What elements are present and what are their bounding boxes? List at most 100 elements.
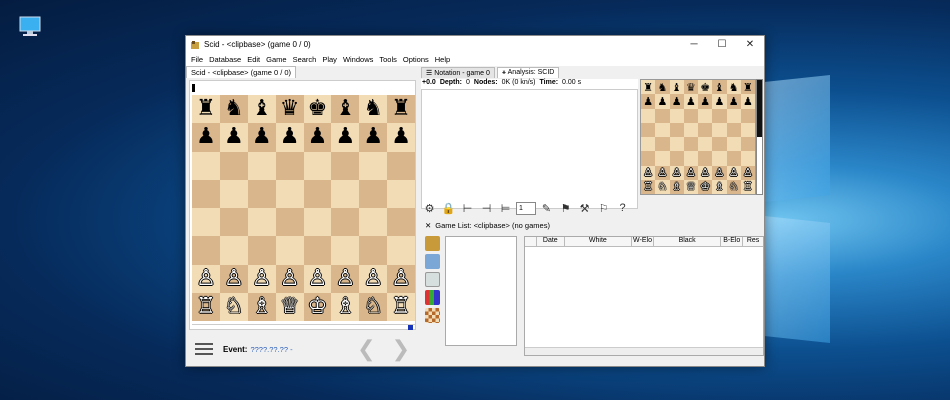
menu-game[interactable]: Game bbox=[263, 55, 289, 64]
board-square[interactable] bbox=[641, 122, 656, 137]
board-square[interactable] bbox=[669, 151, 684, 166]
chess-piece[interactable]: ♛ bbox=[686, 82, 696, 93]
board-square[interactable]: ♜ bbox=[192, 95, 220, 124]
tab-notation[interactable]: ☰ Notation - game 0 bbox=[421, 67, 495, 78]
board-square[interactable] bbox=[303, 208, 332, 237]
finish-game-icon[interactable]: ⚐ bbox=[595, 200, 612, 217]
board-square[interactable] bbox=[740, 108, 755, 123]
board-square[interactable]: ♙ bbox=[303, 264, 332, 293]
board-square[interactable]: ♙ bbox=[712, 165, 727, 180]
minimize-button[interactable]: ─ bbox=[680, 36, 708, 53]
board-square[interactable]: ♙ bbox=[726, 165, 741, 180]
board-square[interactable] bbox=[683, 137, 698, 152]
board-square[interactable]: ♟ bbox=[655, 94, 670, 109]
chess-piece[interactable]: ♖ bbox=[196, 295, 216, 318]
board-square[interactable] bbox=[740, 122, 755, 137]
board-square[interactable]: ♕ bbox=[683, 179, 698, 194]
board-square[interactable] bbox=[387, 208, 415, 237]
chess-piece[interactable]: ♙ bbox=[308, 267, 328, 290]
board-square[interactable]: ♖ bbox=[641, 179, 656, 194]
board-square[interactable] bbox=[275, 208, 304, 237]
board-square[interactable] bbox=[192, 179, 220, 208]
board-square[interactable]: ♟ bbox=[669, 94, 684, 109]
chess-piece[interactable]: ♟ bbox=[391, 126, 411, 148]
board-square[interactable] bbox=[219, 208, 248, 237]
board-square[interactable]: ♛ bbox=[275, 95, 304, 124]
chess-piece[interactable]: ♔ bbox=[308, 295, 328, 318]
board-square[interactable]: ♜ bbox=[387, 95, 415, 124]
board-square[interactable] bbox=[219, 151, 248, 180]
board-square[interactable]: ♙ bbox=[683, 165, 698, 180]
chess-piece[interactable]: ♜ bbox=[643, 82, 653, 93]
chess-piece[interactable]: ♘ bbox=[657, 181, 667, 192]
chess-piece[interactable]: ♘ bbox=[363, 295, 383, 318]
board-square[interactable] bbox=[247, 208, 276, 237]
chess-piece[interactable]: ♟ bbox=[280, 126, 300, 148]
board-square[interactable] bbox=[726, 108, 741, 123]
chess-piece[interactable]: ♝ bbox=[335, 98, 355, 120]
engine-icon[interactable]: ⚙ bbox=[421, 200, 438, 217]
chess-piece[interactable]: ♟ bbox=[729, 96, 739, 107]
chess-board[interactable]: ♜ ♞ ♝ ♛ ♚ ♝ ♞ ♜ ♟ ♟ ♟ ♟ ♟ ♟ ♟ ♟ ♙ ♙ ♙ ♙ ♙ ♙ ♙ ♙ ♖ ♘ ♗ ♕ ♔ ♗ ♘ ♖ bbox=[192, 95, 415, 321]
board-square[interactable] bbox=[331, 236, 360, 265]
board-square[interactable]: ♗ bbox=[247, 292, 276, 321]
board-square[interactable]: ♙ bbox=[669, 165, 684, 180]
add-move-icon[interactable]: ⊢ bbox=[459, 200, 476, 217]
chess-piece[interactable]: ♟ bbox=[335, 126, 355, 148]
chess-piece[interactable]: ♖ bbox=[743, 181, 753, 192]
menu-file[interactable]: File bbox=[188, 55, 206, 64]
board-square[interactable] bbox=[359, 236, 388, 265]
board-square[interactable]: ♙ bbox=[359, 264, 388, 293]
board-square[interactable] bbox=[655, 137, 670, 152]
board-square[interactable]: ♟ bbox=[331, 123, 360, 152]
chess-piece[interactable]: ♖ bbox=[391, 295, 411, 318]
board-square[interactable]: ♞ bbox=[655, 80, 670, 95]
board-square[interactable] bbox=[641, 151, 656, 166]
board-square[interactable]: ♙ bbox=[247, 264, 276, 293]
menu-help[interactable]: Help bbox=[432, 55, 453, 64]
board-square[interactable]: ♟ bbox=[275, 123, 304, 152]
board-square[interactable]: ♚ bbox=[698, 80, 713, 95]
board-square[interactable]: ♗ bbox=[331, 292, 360, 321]
board-square[interactable] bbox=[192, 208, 220, 237]
board-square[interactable] bbox=[669, 108, 684, 123]
chess-piece[interactable]: ♞ bbox=[657, 82, 667, 93]
chess-piece[interactable]: ♙ bbox=[714, 167, 724, 178]
board-square[interactable]: ♛ bbox=[683, 80, 698, 95]
board-square[interactable] bbox=[275, 236, 304, 265]
chess-piece[interactable]: ♚ bbox=[308, 98, 328, 120]
chess-piece[interactable]: ♟ bbox=[643, 96, 653, 107]
chess-piece[interactable]: ♙ bbox=[280, 267, 300, 290]
board-square[interactable]: ♟ bbox=[303, 123, 332, 152]
board-square[interactable]: ♟ bbox=[683, 94, 698, 109]
chess-piece[interactable]: ♟ bbox=[672, 96, 682, 107]
chess-piece[interactable]: ♘ bbox=[729, 181, 739, 192]
board-square[interactable]: ♖ bbox=[192, 292, 220, 321]
add-all-variations-icon[interactable]: ⊨ bbox=[497, 200, 514, 217]
board-square[interactable] bbox=[669, 137, 684, 152]
board-square[interactable]: ♙ bbox=[192, 264, 220, 293]
board-square[interactable] bbox=[359, 208, 388, 237]
board-square[interactable]: ♘ bbox=[726, 179, 741, 194]
board-square[interactable] bbox=[303, 151, 332, 180]
board-square[interactable] bbox=[247, 179, 276, 208]
board-square[interactable] bbox=[331, 151, 360, 180]
chess-piece[interactable]: ♙ bbox=[743, 167, 753, 178]
board-square[interactable]: ♟ bbox=[247, 123, 276, 152]
chess-piece[interactable]: ♗ bbox=[252, 295, 272, 318]
board-square[interactable] bbox=[331, 179, 360, 208]
board-square[interactable]: ♟ bbox=[712, 94, 727, 109]
training-icon[interactable]: ⚑ bbox=[557, 200, 574, 217]
chess-piece[interactable]: ♟ bbox=[743, 96, 753, 107]
chess-piece[interactable]: ♝ bbox=[714, 82, 724, 93]
chess-piece[interactable]: ♙ bbox=[363, 267, 383, 290]
chess-piece[interactable]: ♙ bbox=[224, 267, 244, 290]
board-square[interactable]: ♟ bbox=[740, 94, 755, 109]
menu-windows[interactable]: Windows bbox=[340, 55, 376, 64]
board-square[interactable]: ♙ bbox=[641, 165, 656, 180]
menu-database[interactable]: Database bbox=[206, 55, 244, 64]
board-square[interactable] bbox=[698, 151, 713, 166]
menu-icon[interactable] bbox=[195, 340, 213, 358]
board-square[interactable] bbox=[247, 151, 276, 180]
horizontal-scrollbar[interactable] bbox=[525, 347, 763, 355]
